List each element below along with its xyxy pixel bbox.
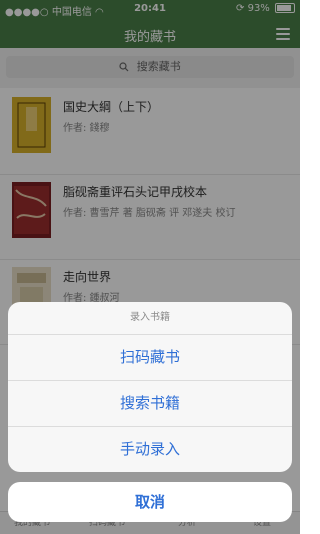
cancel-button[interactable]: 取消 [8, 482, 292, 522]
action-sheet: 录入书籍 扫码藏书 搜索书籍 手动录入 [8, 302, 292, 472]
search-book-button[interactable]: 搜索书籍 [8, 381, 292, 427]
manual-entry-button[interactable]: 手动录入 [8, 427, 292, 472]
scan-book-button[interactable]: 扫码藏书 [8, 335, 292, 381]
action-sheet-title: 录入书籍 [8, 302, 292, 335]
